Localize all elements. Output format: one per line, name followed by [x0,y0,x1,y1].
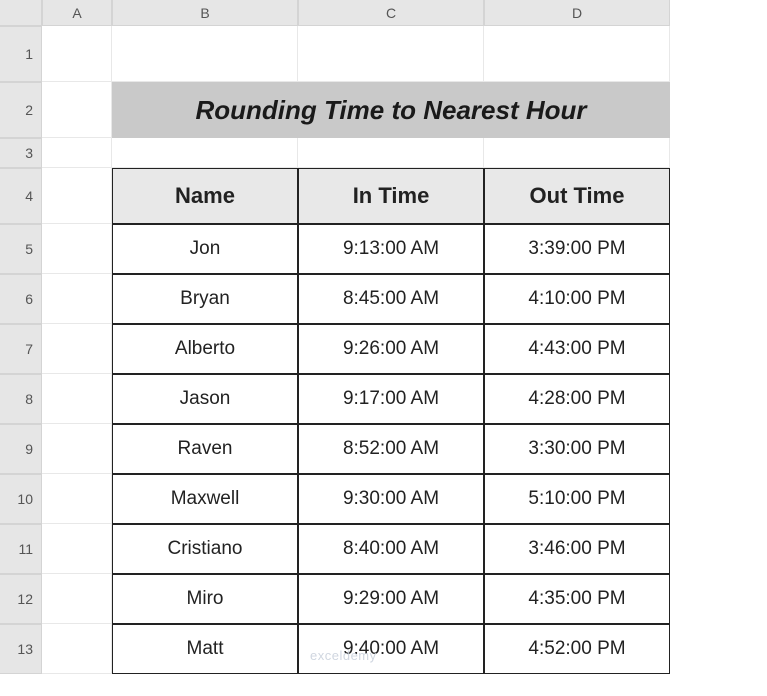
spreadsheet-grid: A B C D 1 2 Rounding Time to Nearest Hou… [0,0,767,674]
cell-in-time[interactable]: 9:26:00 AM [298,324,484,374]
select-all-corner[interactable] [0,0,42,26]
cell-in-time[interactable]: 9:13:00 AM [298,224,484,274]
cell-out-time[interactable]: 4:52:00 PM [484,624,670,674]
cell-d1[interactable] [484,26,670,82]
cell-a8[interactable] [42,374,112,424]
cell-in-time[interactable]: 8:40:00 AM [298,524,484,574]
cell-name[interactable]: Miro [112,574,298,624]
cell-out-time[interactable]: 3:39:00 PM [484,224,670,274]
cell-a3[interactable] [42,138,112,168]
cell-in-time[interactable]: 9:17:00 AM [298,374,484,424]
cell-b3[interactable] [112,138,298,168]
title-cell[interactable]: Rounding Time to Nearest Hour [112,82,670,138]
cell-a5[interactable] [42,224,112,274]
cell-out-time[interactable]: 4:43:00 PM [484,324,670,374]
row-header-3[interactable]: 3 [0,138,42,168]
row-header-1[interactable]: 1 [0,26,42,82]
row-header-8[interactable]: 8 [0,374,42,424]
row-header-6[interactable]: 6 [0,274,42,324]
cell-d3[interactable] [484,138,670,168]
cell-out-time[interactable]: 5:10:00 PM [484,474,670,524]
cell-name[interactable]: Bryan [112,274,298,324]
cell-a1[interactable] [42,26,112,82]
cell-in-time[interactable]: 8:45:00 AM [298,274,484,324]
cell-a6[interactable] [42,274,112,324]
row-header-13[interactable]: 13 [0,624,42,674]
cell-out-time[interactable]: 4:10:00 PM [484,274,670,324]
row-header-12[interactable]: 12 [0,574,42,624]
cell-out-time[interactable]: 3:46:00 PM [484,524,670,574]
cell-out-time[interactable]: 3:30:00 PM [484,424,670,474]
row-header-10[interactable]: 10 [0,474,42,524]
cell-a11[interactable] [42,524,112,574]
cell-name[interactable]: Raven [112,424,298,474]
cell-name[interactable]: Jon [112,224,298,274]
col-header-d[interactable]: D [484,0,670,26]
row-header-4[interactable]: 4 [0,168,42,224]
row-header-11[interactable]: 11 [0,524,42,574]
cell-c3[interactable] [298,138,484,168]
header-out-time[interactable]: Out Time [484,168,670,224]
cell-c1[interactable] [298,26,484,82]
cell-a10[interactable] [42,474,112,524]
cell-a7[interactable] [42,324,112,374]
cell-out-time[interactable]: 4:35:00 PM [484,574,670,624]
row-header-2[interactable]: 2 [0,82,42,138]
col-header-b[interactable]: B [112,0,298,26]
col-header-a[interactable]: A [42,0,112,26]
cell-in-time[interactable]: 9:29:00 AM [298,574,484,624]
cell-a2[interactable] [42,82,112,138]
cell-in-time[interactable]: 8:52:00 AM [298,424,484,474]
cell-name[interactable]: Jason [112,374,298,424]
row-header-7[interactable]: 7 [0,324,42,374]
col-header-c[interactable]: C [298,0,484,26]
cell-name[interactable]: Matt [112,624,298,674]
cell-in-time[interactable]: 9:30:00 AM [298,474,484,524]
cell-in-time[interactable]: 9:40:00 AM [298,624,484,674]
cell-a9[interactable] [42,424,112,474]
header-in-time[interactable]: In Time [298,168,484,224]
cell-b1[interactable] [112,26,298,82]
cell-name[interactable]: Maxwell [112,474,298,524]
cell-a12[interactable] [42,574,112,624]
cell-name[interactable]: Cristiano [112,524,298,574]
cell-out-time[interactable]: 4:28:00 PM [484,374,670,424]
cell-a13[interactable] [42,624,112,674]
cell-a4[interactable] [42,168,112,224]
cell-name[interactable]: Alberto [112,324,298,374]
row-header-9[interactable]: 9 [0,424,42,474]
row-header-5[interactable]: 5 [0,224,42,274]
header-name[interactable]: Name [112,168,298,224]
